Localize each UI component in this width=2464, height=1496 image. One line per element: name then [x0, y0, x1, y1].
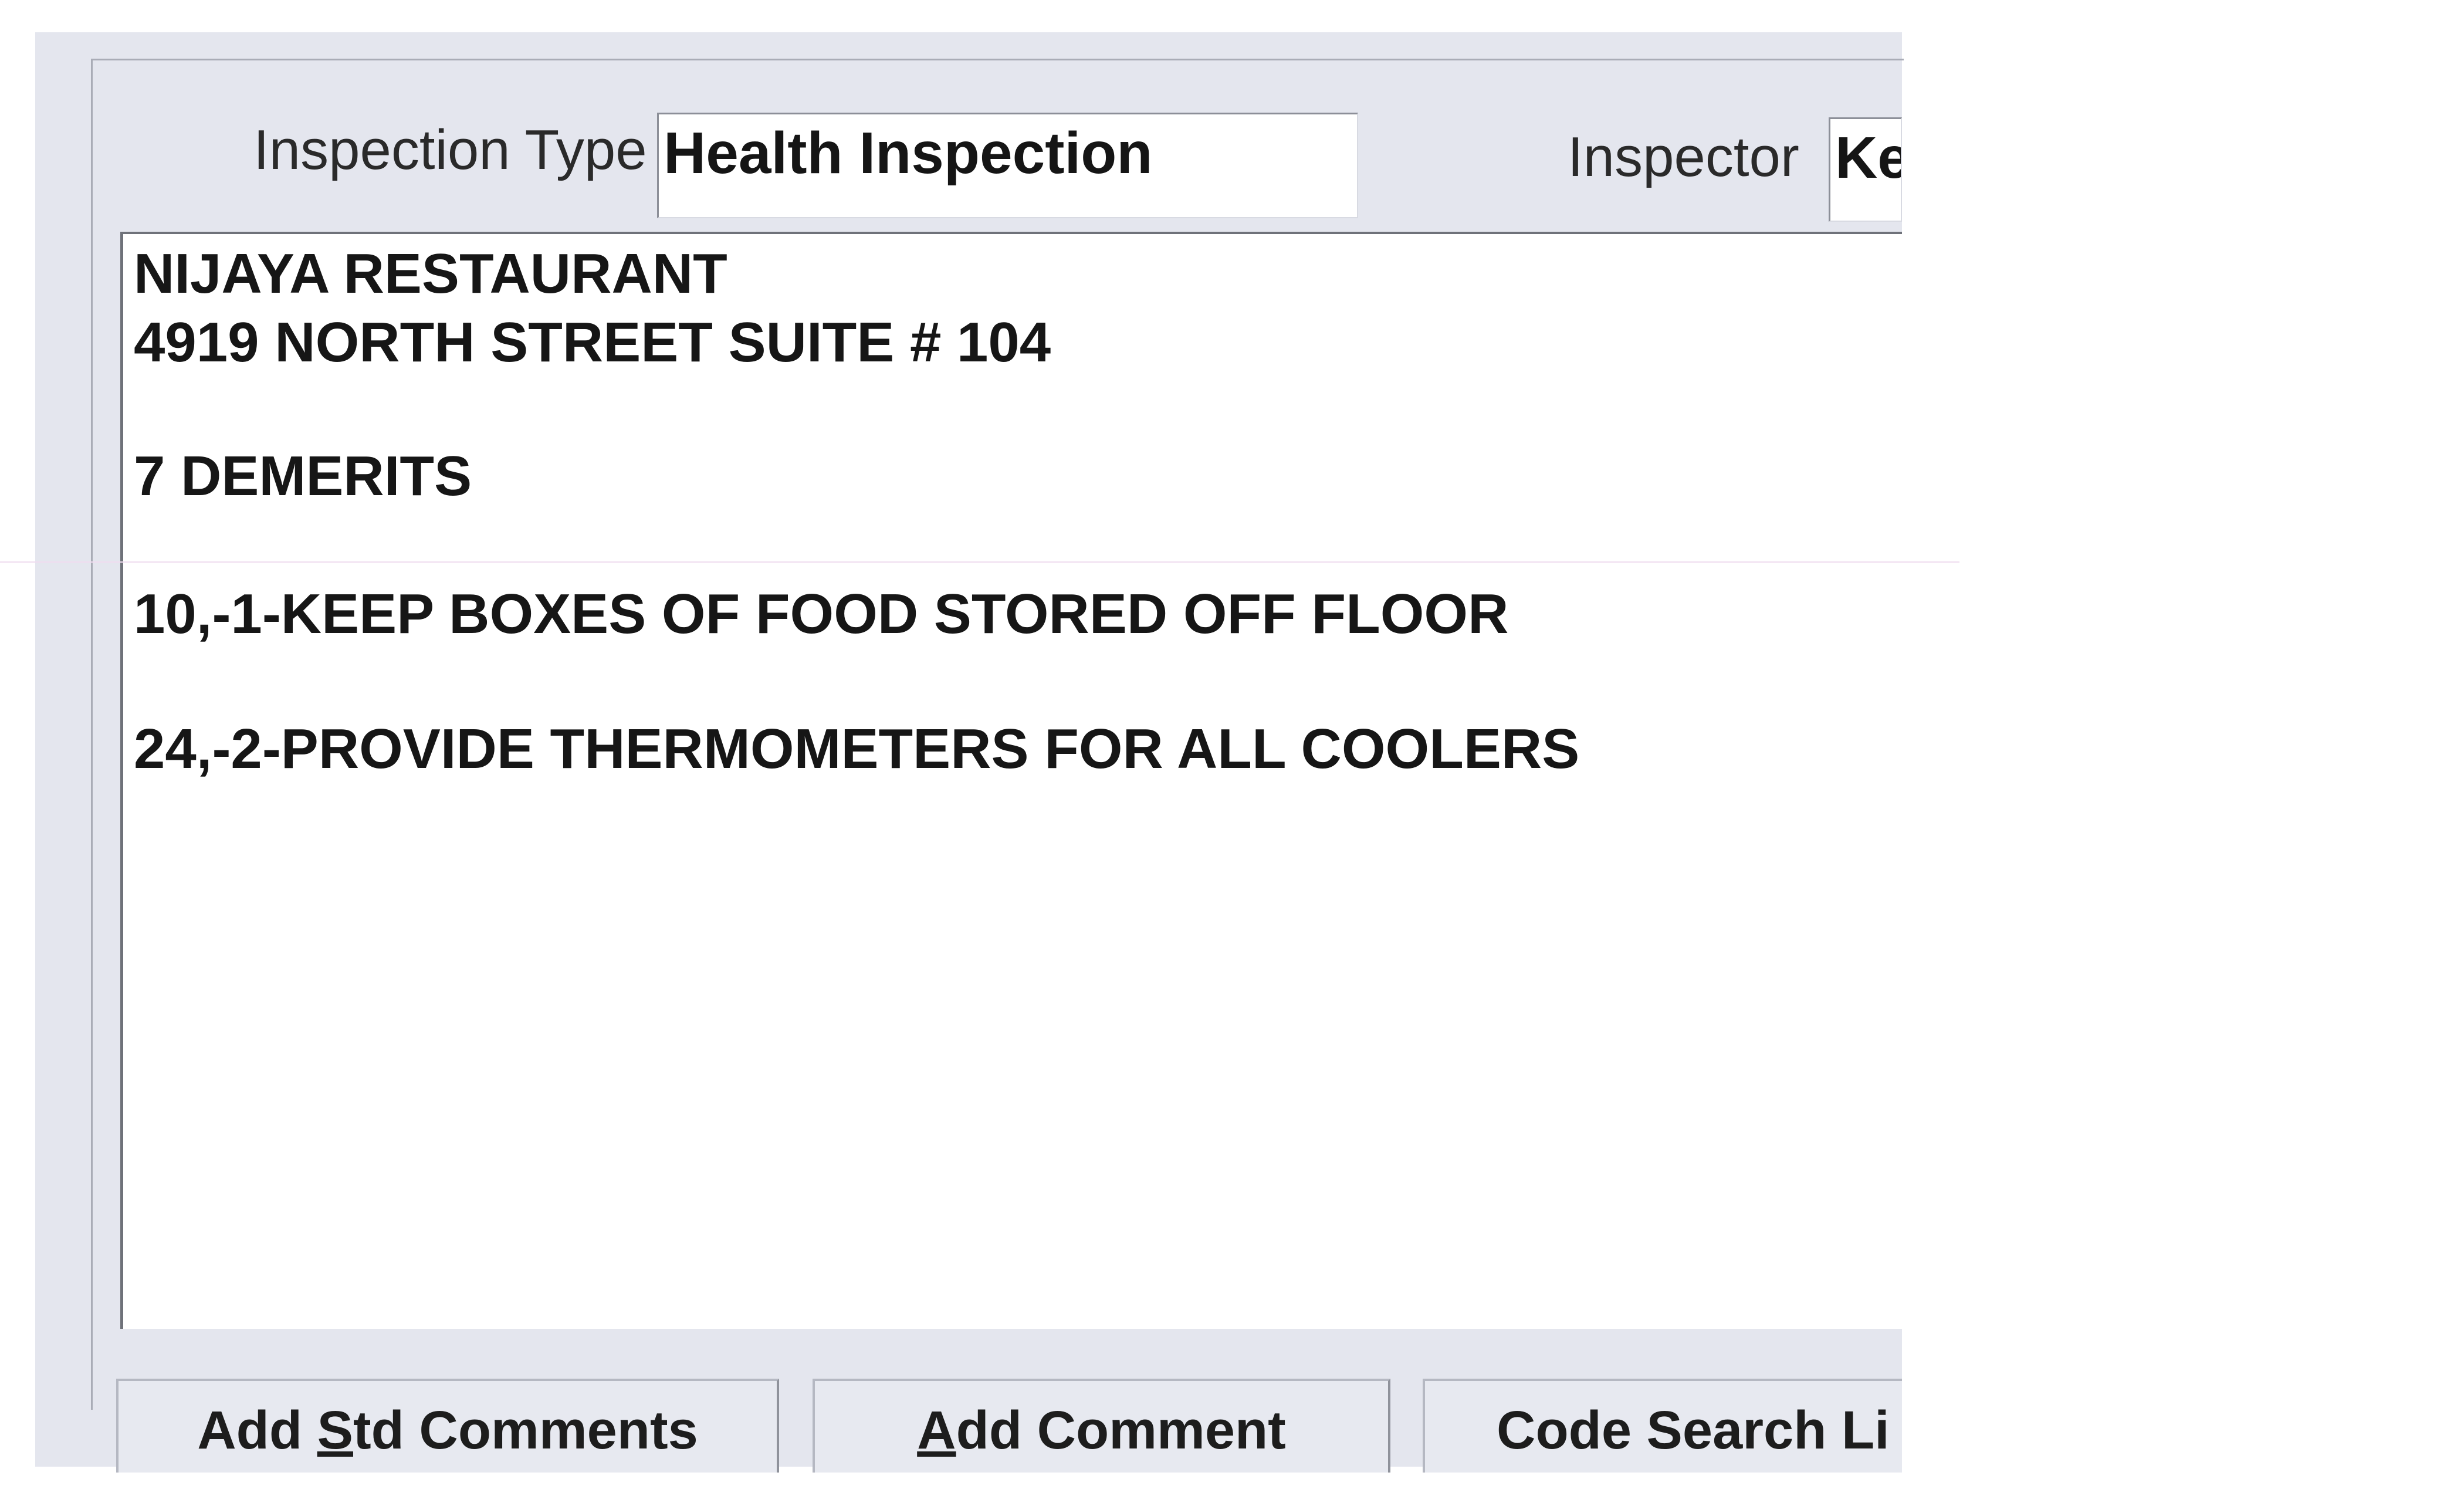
inspector-field[interactable]: Ke — [1829, 117, 1902, 222]
inspection-type-label: Inspection Type — [253, 119, 647, 181]
add-comment-mnemonic: A — [917, 1400, 956, 1460]
add-std-comments-mnemonic: S — [317, 1400, 353, 1460]
code-search-button[interactable]: Code Search Li — [1423, 1379, 1902, 1473]
inspection-type-field[interactable]: Health Inspection — [657, 113, 1358, 218]
add-std-comments-button[interactable]: Add Std Comments — [116, 1379, 779, 1473]
add-comment-post: dd Comment — [956, 1400, 1286, 1460]
scan-artifact-line — [0, 561, 1959, 563]
add-std-comments-post: td Comments — [353, 1400, 698, 1460]
comment-line-address: 4919 NORTH STREET SUITE # 104 — [134, 311, 1051, 374]
comment-line-violation-1: 10,-1-KEEP BOXES OF FOOD STORED OFF FLOO… — [134, 583, 1509, 645]
code-search-label: Code Search Li — [1497, 1400, 1890, 1460]
comments-textarea[interactable]: NIJAYA RESTAURANT 4919 NORTH STREET SUIT… — [120, 232, 1902, 1329]
inspector-label: Inspector — [1568, 126, 1799, 188]
comment-line-restaurant-name: NIJAYA RESTAURANT — [134, 242, 727, 305]
comment-line-violation-2: 24,-2-PROVIDE THERMOMETERS FOR ALL COOLE… — [134, 717, 1580, 780]
comment-line-demerits: 7 DEMERITS — [134, 445, 472, 507]
add-comment-button[interactable]: Add Comment — [813, 1379, 1390, 1473]
screen: Inspection Type Health Inspection Inspec… — [0, 0, 2464, 1496]
add-std-comments-pre: Add — [197, 1400, 317, 1460]
